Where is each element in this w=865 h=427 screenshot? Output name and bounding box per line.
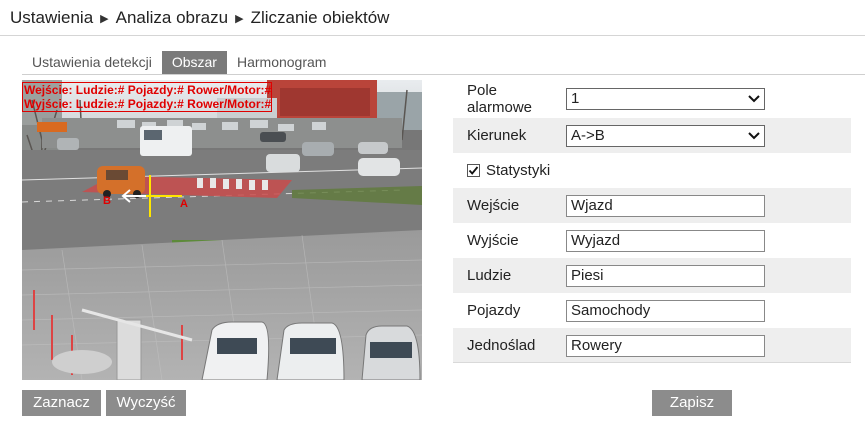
exit-label: Wyjście	[467, 232, 519, 249]
breadcrumb-separator: ▶	[235, 12, 244, 25]
exit-input[interactable]: Wyjazd	[566, 229, 765, 252]
entry-label: Wejście	[467, 197, 520, 214]
breadcrumb-image-analysis[interactable]: Analiza obrazu	[116, 8, 228, 28]
settings-form: Pole alarmowe 1 Kierunek A->B Statystyki…	[453, 80, 851, 363]
tab-bar: Ustawienia detekcji Obszar Harmonogram	[22, 51, 336, 74]
people-input[interactable]: Piesi	[566, 264, 765, 287]
point-a-label: A	[180, 198, 188, 210]
save-button[interactable]: Zapisz	[652, 390, 732, 416]
people-row: Ludzie Piesi	[453, 258, 851, 293]
point-b-label: B	[103, 195, 111, 207]
chevron-down-icon	[748, 126, 760, 146]
alarm-field-row: Pole alarmowe 1	[453, 80, 851, 118]
header-divider	[0, 35, 865, 36]
entry-input[interactable]: Wjazd	[566, 194, 765, 217]
tab-detection-settings[interactable]: Ustawienia detekcji	[22, 51, 162, 74]
counter-osd: Wejście: Ludzie:# Pojazdy:# Rower/Motor:…	[22, 82, 272, 112]
tab-schedule[interactable]: Harmonogram	[227, 51, 336, 74]
breadcrumb-object-counting: Zliczanie obiektów	[250, 8, 390, 27]
exit-row: Wyjście Wyjazd	[453, 223, 851, 258]
clear-button[interactable]: Wyczyść	[106, 390, 186, 416]
direction-label: Kierunek	[467, 127, 527, 144]
breadcrumb: Ustawienia ▶ Analiza obrazu ▶ Zliczanie …	[10, 8, 389, 28]
statistics-label: Statystyki	[486, 162, 551, 179]
direction-row: Kierunek A->B	[453, 118, 851, 153]
bikes-label: Jednoślad	[467, 337, 536, 354]
alarm-field-value: 1	[571, 90, 580, 107]
direction-value: A->B	[571, 126, 605, 144]
tab-area[interactable]: Obszar	[161, 51, 227, 74]
direction-select[interactable]: A->B	[566, 124, 765, 147]
form-divider	[453, 362, 851, 363]
mark-button[interactable]: Zaznacz	[22, 390, 101, 416]
bikes-row: Jednoślad Rowery	[453, 328, 851, 363]
alarm-field-label: Pole alarmowe	[467, 82, 533, 116]
entry-row: Wejście Wjazd	[453, 188, 851, 223]
vehicles-row: Pojazdy Samochody	[453, 293, 851, 328]
chevron-down-icon	[748, 89, 760, 109]
tabs-divider	[22, 74, 865, 75]
alarm-field-select[interactable]: 1	[566, 88, 765, 110]
osd-entry-line: Wejście: Ludzie:# Pojazdy:# Rower/Motor:…	[24, 83, 272, 97]
people-label: Ludzie	[467, 267, 512, 284]
vehicles-input[interactable]: Samochody	[566, 299, 765, 322]
camera-view[interactable]: B A Wejście: Ludzie:# Pojazdy:# Rower/Mo…	[22, 80, 422, 380]
vehicles-label: Pojazdy	[467, 302, 521, 319]
statistics-row: Statystyki	[453, 153, 851, 188]
breadcrumb-separator: ▶	[100, 12, 109, 25]
breadcrumb-settings[interactable]: Ustawienia	[10, 8, 93, 28]
statistics-checkbox[interactable]	[467, 164, 480, 177]
bikes-input[interactable]: Rowery	[566, 334, 765, 357]
osd-exit-line: Wyjście: Ludzie:# Pojazdy:# Rower/Motor:…	[24, 97, 272, 111]
camera-scene: B A	[22, 80, 422, 380]
checkmark-icon	[468, 166, 479, 175]
